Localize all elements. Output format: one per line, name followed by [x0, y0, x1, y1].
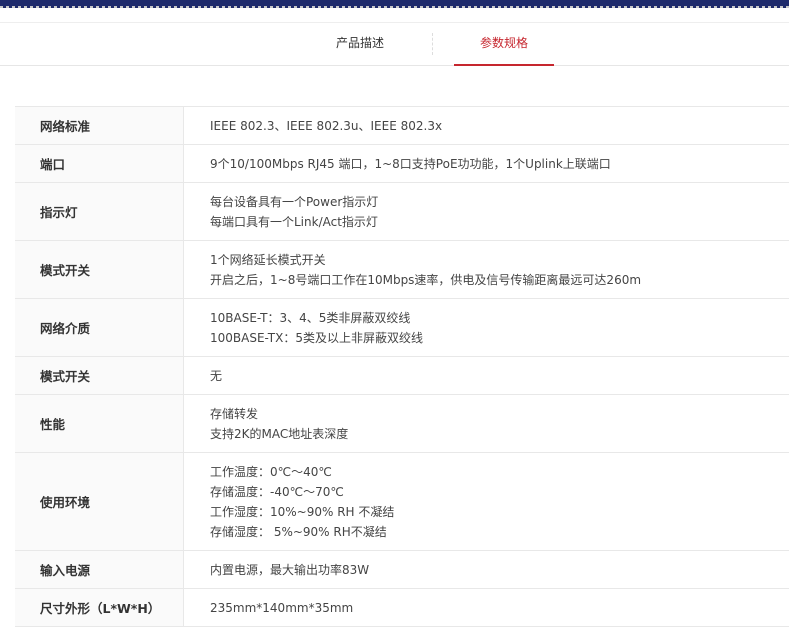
spec-row: 网络标准 IEEE 802.3、IEEE 802.3u、IEEE 802.3x: [15, 106, 789, 145]
spec-row: 网络介质 10BASE-T：3、4、5类非屏蔽双绞线 100BASE-TX：5类及以…: [15, 298, 789, 357]
header-stripe: [0, 6, 789, 8]
spec-row: 模式开关 无: [15, 356, 789, 395]
spec-value-line: 工作湿度：10%~90% RH 不凝结: [210, 504, 395, 519]
spec-value-line: 1个网络延长模式开关: [210, 252, 326, 267]
spec-row: 使用环境 工作温度：0℃～40℃ 存储温度：-40℃～70℃ 工作湿度：10%~90%…: [15, 452, 789, 551]
spec-label: 网络介质: [15, 298, 184, 357]
spec-row: 输入电源 内置电源，最大输出功率83W: [15, 550, 789, 589]
spec-value-line: 每台设备具有一个Power指示灯: [210, 194, 379, 209]
spec-value: IEEE 802.3、IEEE 802.3u、IEEE 802.3x: [184, 107, 789, 145]
spec-table-body: 网络标准 IEEE 802.3、IEEE 802.3u、IEEE 802.3x 端口…: [15, 106, 789, 627]
spec-label: 模式开关: [15, 356, 184, 395]
tab-separator: [432, 33, 433, 55]
spec-value-line: 235mm*140mm*35mm: [210, 600, 354, 615]
spec-label: 指示灯: [15, 182, 184, 241]
tab-specifications[interactable]: 参数规格: [454, 23, 554, 66]
spec-value-line: 存储转发: [210, 406, 259, 421]
spec-table: 网络标准 IEEE 802.3、IEEE 802.3u、IEEE 802.3x 端口…: [15, 106, 789, 627]
spec-value: 每台设备具有一个Power指示灯 每端口具有一个Link/Act指示灯: [184, 183, 789, 241]
spec-value-line: 100BASE-TX：5类及以上非屏蔽双绞线: [210, 330, 423, 345]
spec-value: 内置电源，最大输出功率83W: [184, 551, 789, 589]
spec-label: 端口: [15, 144, 184, 183]
spec-value: 9个10/100Mbps RJ45 端口，1~8口支持PoE功功能，1个Upli…: [184, 145, 789, 183]
spec-value-line: 存储温度：-40℃～70℃: [210, 484, 344, 499]
tab-product-description[interactable]: 产品描述: [310, 23, 410, 65]
spec-row: 模式开关 1个网络延长模式开关 开启之后，1~8号端口工作在10Mbps速率，供电及…: [15, 240, 789, 299]
active-tab-underline: [454, 64, 554, 66]
spec-value-line: 内置电源，最大输出功率83W: [210, 562, 370, 577]
spec-label: 输入电源: [15, 550, 184, 589]
spec-value-line: IEEE 802.3、IEEE 802.3u、IEEE 802.3x: [210, 118, 443, 133]
spec-value: 10BASE-T：3、4、5类非屏蔽双绞线 100BASE-TX：5类及以上非屏蔽…: [184, 299, 789, 357]
spec-row: 端口 9个10/100Mbps RJ45 端口，1~8口支持PoE功功能，1个Up…: [15, 144, 789, 183]
spec-value-line: 开启之后，1~8号端口工作在10Mbps速率，供电及信号传输距离最远可达260m: [210, 272, 642, 287]
spec-row: 性能 存储转发 支持2K的MAC地址表深度: [15, 394, 789, 453]
spec-value: 1个网络延长模式开关开启之后，1~8号端口工作在10Mbps速率，供电及信号传输…: [184, 241, 789, 299]
spec-row: 指示灯 每台设备具有一个Power指示灯 每端口具有一个Link/Act指示灯: [15, 182, 789, 241]
spec-value-line: 9个10/100Mbps RJ45 端口，1~8口支持PoE功功能，1个Upli…: [210, 156, 611, 171]
spec-value-line: 工作温度：0℃～40℃: [210, 464, 332, 479]
tab-specifications-label: 参数规格: [479, 36, 528, 50]
spec-label: 模式开关: [15, 240, 184, 299]
spec-value: 无: [184, 357, 789, 395]
spec-value-line: 每端口具有一个Link/Act指示灯: [210, 214, 378, 229]
spec-value-line: 支持2K的MAC地址表深度: [210, 426, 349, 441]
spec-label: 尺寸外形（L*W*H）: [15, 588, 184, 627]
spec-value: 工作温度：0℃～40℃ 存储温度：-40℃～70℃ 工作湿度：10%~90% RH …: [184, 453, 789, 551]
spec-row: 尺寸外形（L*W*H） 235mm*140mm*35mm: [15, 588, 789, 627]
spec-label: 网络标准: [15, 106, 184, 145]
spec-value: 存储转发支持2K的MAC地址表深度: [184, 395, 789, 453]
spec-value-line: 无: [210, 368, 223, 383]
spec-value-line: 存储湿度： 5%~90% RH不凝结: [210, 524, 387, 539]
tab-bar: 产品描述 参数规格: [0, 22, 789, 66]
top-header-bar: [0, 0, 789, 8]
spec-label: 性能: [15, 394, 184, 453]
spec-value: 235mm*140mm*35mm: [184, 589, 789, 627]
spec-label: 使用环境: [15, 452, 184, 551]
spec-value-line: 10BASE-T：3、4、5类非屏蔽双绞线: [210, 310, 411, 325]
